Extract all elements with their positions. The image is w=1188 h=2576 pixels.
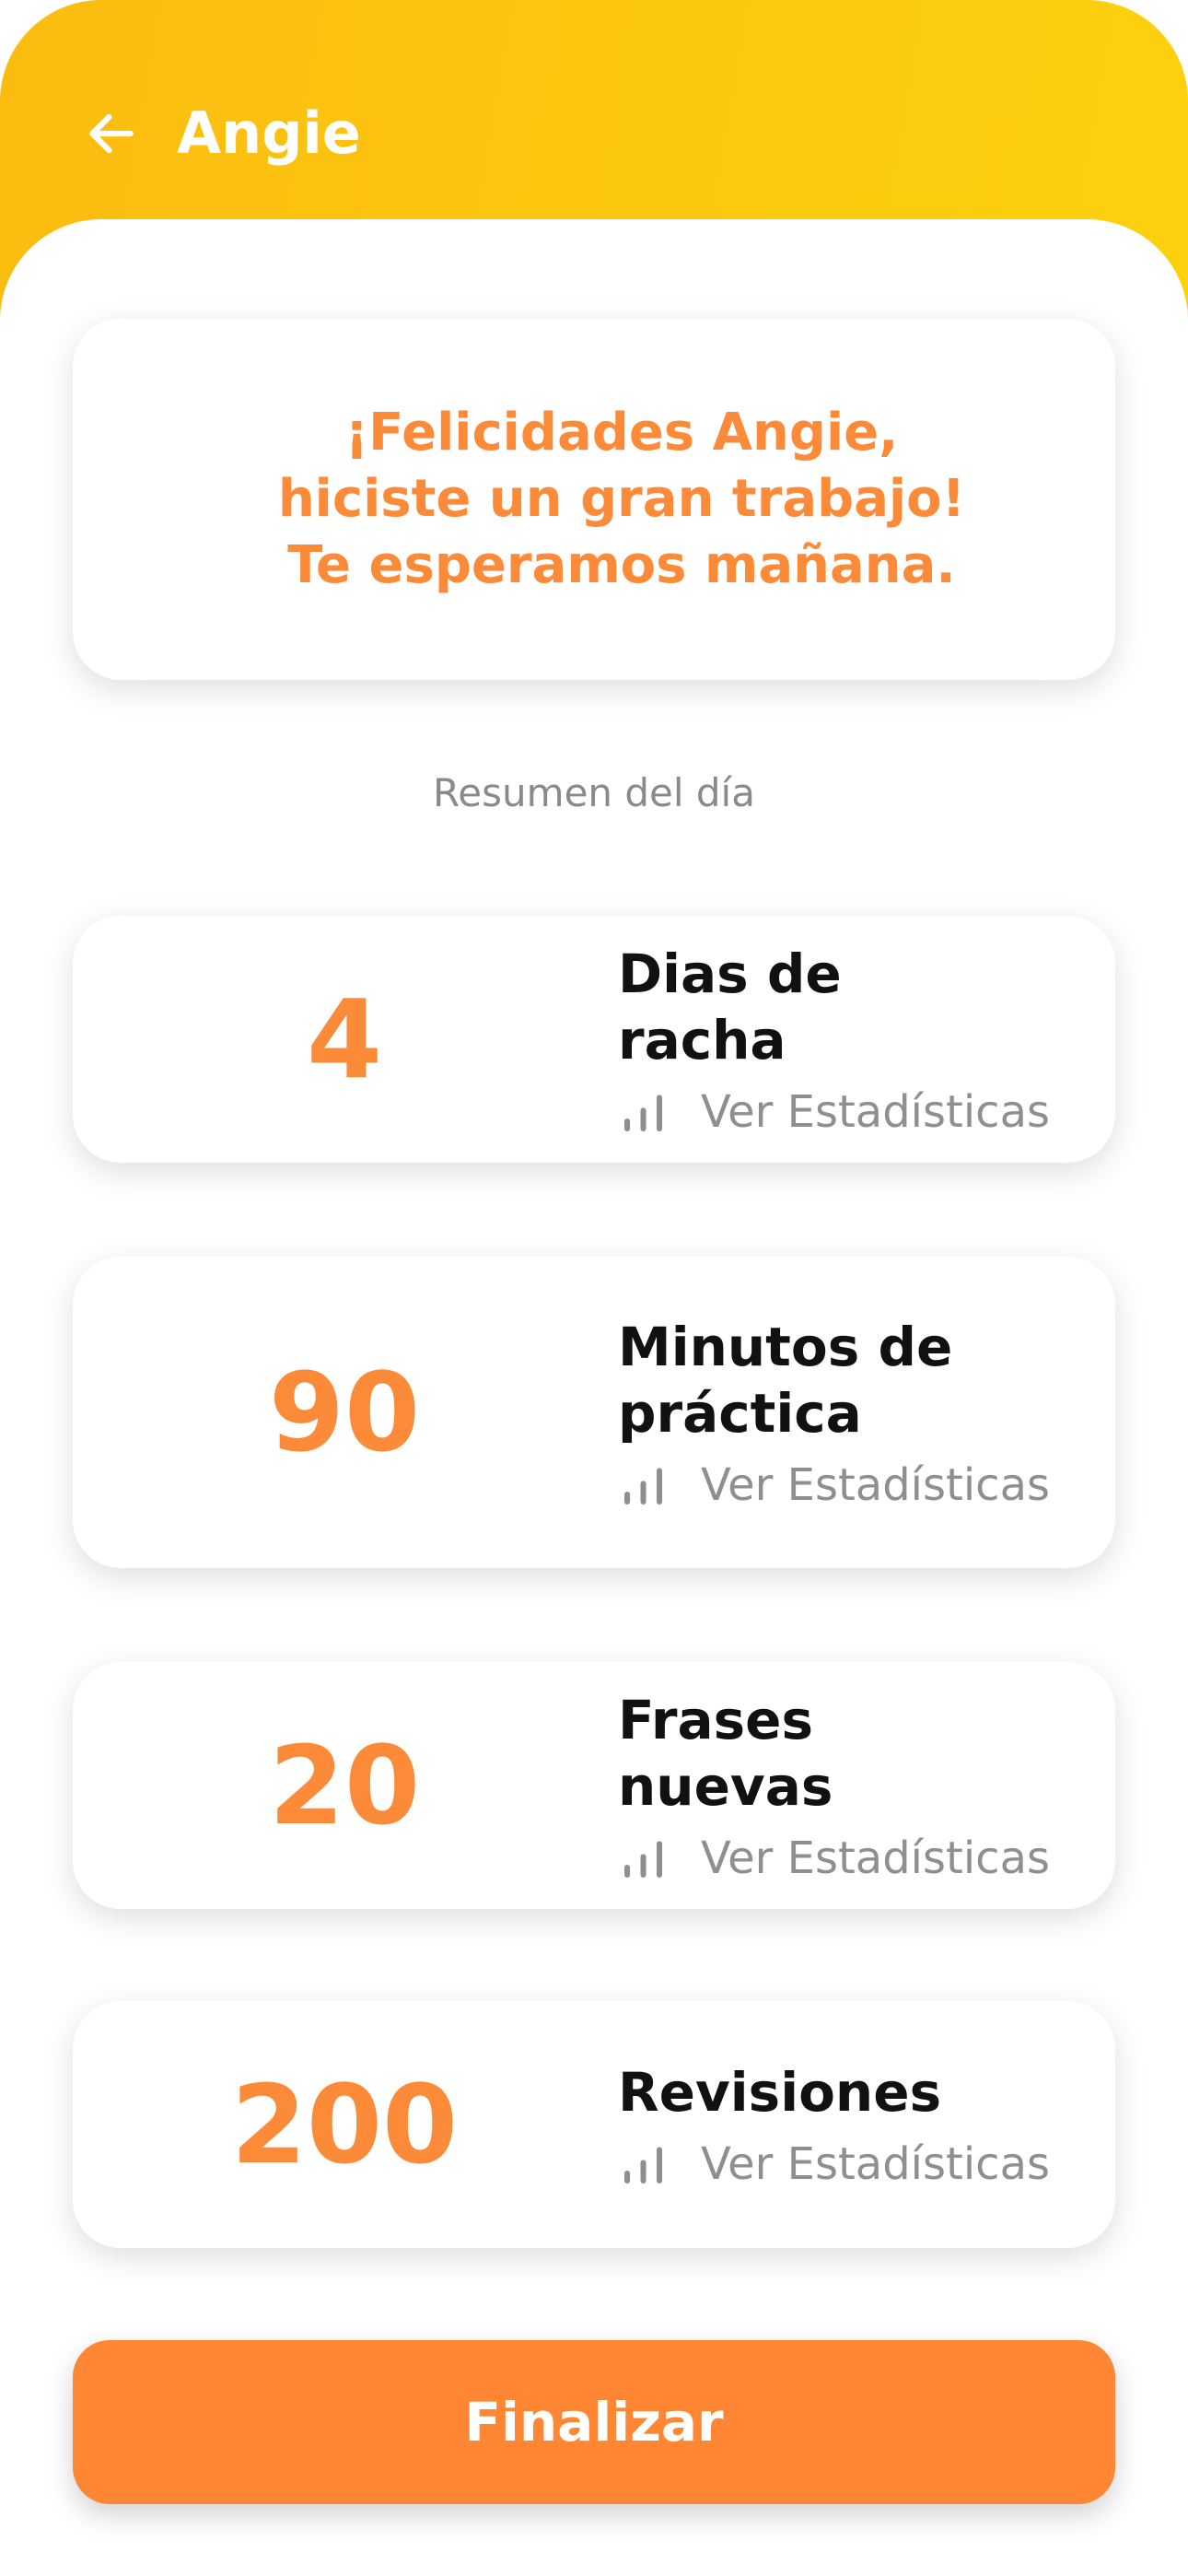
stat-title: Frases nuevas	[618, 1689, 833, 1818]
bar-chart-icon	[624, 1841, 663, 1878]
view-stats-label: Ver Estadísticas	[701, 1459, 1050, 1511]
stat-card-minutes: 90 Minutos de práctica Ver Estadísticas	[73, 1257, 1115, 1568]
stat-card-streak: 4 Dias de racha Ver Estadísticas	[73, 916, 1115, 1163]
stat-title: Minutos de práctica	[618, 1316, 953, 1445]
stat-value: 20	[268, 1722, 421, 1849]
stat-value: 4	[306, 976, 383, 1103]
stat-title: Revisiones	[618, 2061, 942, 2124]
summary-label: Resumen del día	[433, 770, 755, 815]
view-stats-link[interactable]: Ver Estadísticas	[618, 2138, 1050, 2190]
congrats-line-1: ¡Felicidades Angie,	[344, 403, 899, 463]
view-stats-label: Ver Estadísticas	[701, 1086, 1050, 1138]
stat-title: Dias de racha	[618, 943, 842, 1071]
finish-button[interactable]: Finalizar	[73, 2340, 1115, 2504]
congrats-line-2: hiciste un gran trabajo!	[277, 469, 966, 529]
bar-chart-icon	[624, 1095, 663, 1131]
view-stats-link[interactable]: Ver Estadísticas	[618, 1832, 1050, 1884]
congrats-card: ¡Felicidades Angie, hiciste un gran trab…	[73, 319, 1115, 680]
congrats-line-3: Te esperamos mañana.	[287, 535, 956, 595]
stat-value: 90	[268, 1349, 421, 1476]
bar-chart-icon	[624, 1468, 663, 1505]
back-button[interactable]	[74, 96, 149, 171]
view-stats-link[interactable]: Ver Estadísticas	[618, 1459, 1050, 1511]
page-title: Angie	[177, 100, 361, 167]
view-stats-label: Ver Estadísticas	[701, 1832, 1050, 1884]
view-stats-label: Ver Estadísticas	[701, 2138, 1050, 2190]
stat-card-phrases: 20 Frases nuevas Ver Estadísticas	[73, 1662, 1115, 1909]
view-stats-link[interactable]: Ver Estadísticas	[618, 1086, 1050, 1138]
stat-card-reviews: 200 Revisiones Ver Estadísticas	[73, 2001, 1115, 2248]
congrats-message: ¡Felicidades Angie, hiciste un gran trab…	[278, 400, 965, 599]
screen: Angie ¡Felicidades Angie, hiciste un gra…	[0, 0, 1188, 2576]
arrow-left-icon	[89, 113, 134, 154]
bar-chart-icon	[624, 2147, 663, 2184]
stat-value: 200	[230, 2061, 459, 2188]
